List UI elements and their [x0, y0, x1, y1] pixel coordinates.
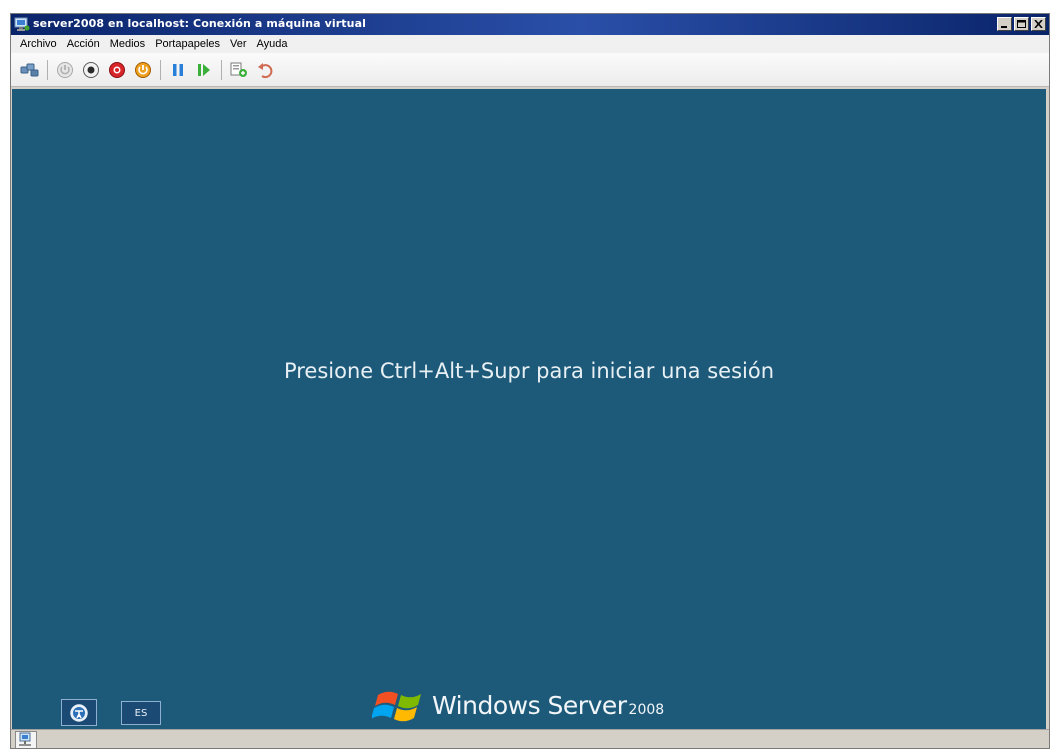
snapshot-button[interactable]: [228, 59, 250, 81]
minimize-icon: [1001, 26, 1007, 28]
window-title: server2008 en localhost: Conexión a máqu…: [33, 17, 366, 30]
save-state-button[interactable]: [132, 59, 154, 81]
maximize-button[interactable]: [1014, 17, 1029, 31]
toolbar-separator: [160, 59, 161, 80]
shut-down-button[interactable]: [106, 59, 128, 81]
menu-ver[interactable]: Ver: [225, 38, 252, 50]
reset-icon: [198, 63, 210, 76]
ctrl-alt-del-icon: [20, 63, 39, 76]
toolbar-separator: [47, 59, 48, 80]
ease-of-access-button[interactable]: [61, 699, 97, 726]
close-button[interactable]: [1031, 17, 1046, 31]
windows-server-branding: Windows Server 2008: [372, 685, 664, 725]
start-button[interactable]: [54, 59, 76, 81]
toolbar: [11, 53, 1049, 87]
pause-button[interactable]: [167, 59, 189, 81]
reset-button[interactable]: [193, 59, 215, 81]
shut-down-icon: [109, 61, 125, 78]
windows-logo-icon: [372, 691, 421, 722]
close-icon: [1034, 20, 1043, 28]
menu-accion[interactable]: Acción: [62, 38, 105, 50]
vm-connection-window: server2008 en localhost: Conexión a máqu…: [10, 13, 1050, 749]
network-status-icon[interactable]: [15, 731, 37, 748]
revert-button[interactable]: [254, 59, 276, 81]
start-icon: [57, 61, 73, 78]
save-state-icon: [135, 61, 151, 78]
toolbar-separator: [221, 59, 222, 80]
menu-portapapeles[interactable]: Portapapeles: [150, 38, 225, 50]
menu-ayuda[interactable]: Ayuda: [252, 38, 293, 50]
turn-off-icon: [83, 61, 99, 78]
brand-name: Windows Server: [432, 690, 627, 720]
logon-message: Presione Ctrl+Alt+Supr para iniciar una …: [283, 359, 775, 383]
menu-bar: Archivo Acción Medios Portapapeles Ver A…: [11, 35, 1049, 53]
menu-medios[interactable]: Medios: [105, 38, 150, 50]
status-bar: [11, 729, 1049, 748]
snapshot-icon: [230, 62, 247, 77]
ctrl-alt-del-button[interactable]: [19, 59, 41, 81]
revert-icon: [258, 62, 273, 78]
turn-off-button[interactable]: [80, 59, 102, 81]
vm-connection-icon: [14, 17, 30, 32]
minimize-button[interactable]: [997, 17, 1012, 31]
vm-screen[interactable]: Presione Ctrl+Alt+Supr para iniciar una …: [12, 89, 1046, 729]
language-button[interactable]: ES: [121, 701, 161, 725]
menu-archivo[interactable]: Archivo: [15, 38, 62, 50]
brand-version: 2008: [628, 701, 665, 718]
maximize-icon: [1017, 20, 1026, 28]
title-bar[interactable]: server2008 en localhost: Conexión a máqu…: [11, 14, 1049, 35]
pause-icon: [173, 63, 183, 76]
ease-of-access-icon: [68, 702, 90, 723]
